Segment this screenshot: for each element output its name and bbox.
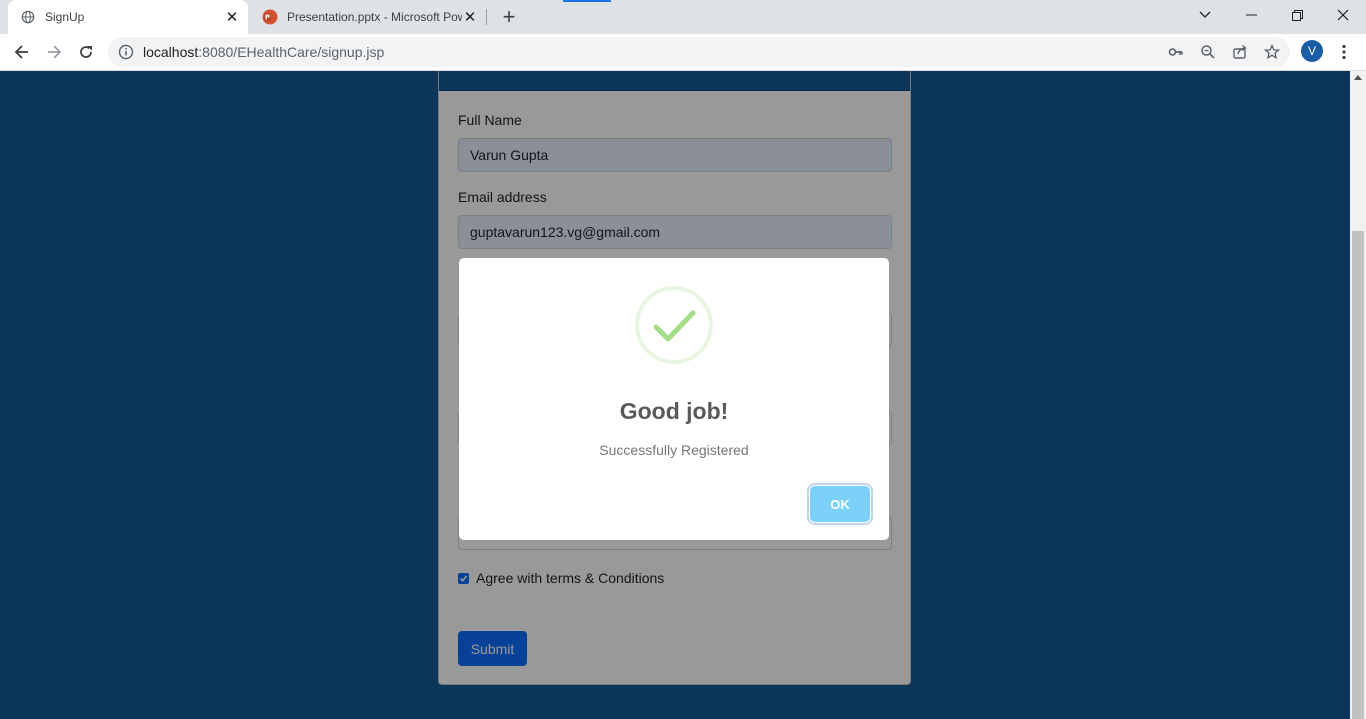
window-close-icon[interactable] [1320,0,1366,30]
share-icon[interactable] [1232,44,1248,60]
tab-strip-accent [563,0,611,2]
tab-signup[interactable]: SignUp ✕ [8,0,248,34]
tab-separator [486,9,487,25]
scroll-up-icon[interactable] [1354,75,1362,80]
scrollbar-thumb[interactable] [1352,231,1364,719]
reload-icon[interactable] [72,38,100,66]
tab-title: SignUp [45,10,85,24]
page-scrollbar[interactable] [1350,71,1366,719]
zoom-icon[interactable] [1200,44,1216,60]
new-tab-icon[interactable]: + [498,4,520,29]
close-icon[interactable]: ✕ [462,9,478,26]
bookmark-star-icon[interactable] [1264,44,1280,60]
modal-text: Successfully Registered [599,442,749,458]
svg-text:P: P [265,14,270,22]
tab-search-icon[interactable] [1182,0,1228,30]
browser-toolbar: localhost:8080/EHealthCare/signup.jsp V [0,34,1366,71]
restore-icon[interactable] [1274,0,1320,30]
back-icon[interactable] [8,38,36,66]
tab-presentation[interactable]: P Presentation.pptx - Microsoft Pow ✕ [250,0,486,34]
globe-icon [20,9,36,25]
profile-avatar[interactable]: V [1301,40,1323,62]
site-info-icon[interactable] [118,44,134,60]
address-bar[interactable]: localhost:8080/EHealthCare/signup.jsp [108,37,1290,67]
ok-button[interactable]: OK [810,486,870,522]
powerpoint-icon: P [262,9,278,25]
tab-strip: SignUp ✕ P Presentation.pptx - Microsoft… [0,0,1366,34]
success-modal: Good job! Successfully Registered OK [459,258,889,540]
success-check-icon [653,310,696,342]
minimize-icon[interactable] [1228,0,1274,30]
url-host: localhost [143,44,199,60]
close-icon[interactable]: ✕ [224,9,240,26]
key-icon[interactable] [1168,44,1184,60]
menu-dots-icon[interactable] [1336,40,1352,64]
forward-icon[interactable] [40,38,68,66]
tab-title: Presentation.pptx - Microsoft Pow [287,10,462,24]
modal-title: Good job! [619,398,729,424]
url-text: localhost:8080/EHealthCare/signup.jsp [143,44,384,60]
url-path: :8080/EHealthCare/signup.jsp [198,44,385,60]
